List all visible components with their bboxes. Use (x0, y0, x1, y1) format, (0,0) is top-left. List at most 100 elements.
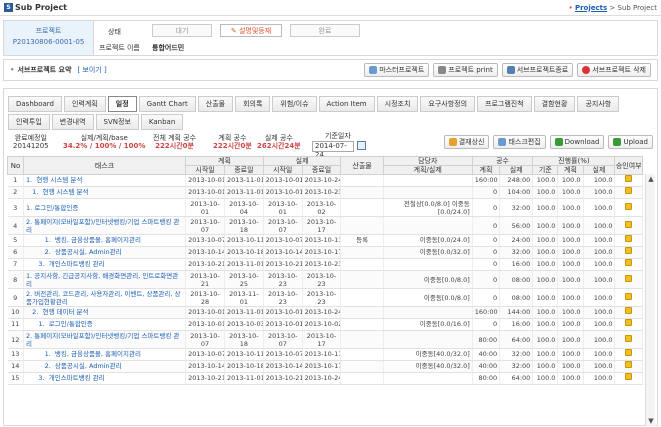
lock-icon[interactable] (625, 187, 633, 194)
scroll-down-icon[interactable]: ▼ (646, 416, 655, 426)
task-name[interactable]: 2. 상품공시실, Admin관리 (23, 360, 187, 373)
lock-icon[interactable] (625, 319, 633, 326)
scroll-up-icon[interactable]: ▲ (646, 174, 655, 184)
row-no: 11 (7, 318, 24, 331)
task-name[interactable]: 1. 현행 시스템 분석 (23, 174, 187, 187)
table-row[interactable]: 13 1. 뱅킹, 금융상품몰, 홈페이지관리 2013-10-07 2013-10… (7, 348, 643, 361)
lock-icon[interactable] (625, 203, 633, 210)
project-print-button[interactable]: 프로젝트 print (433, 63, 498, 77)
tab-staff-input[interactable]: 인력투입 (8, 114, 50, 130)
tab-deliverables[interactable]: 산출물 (197, 96, 234, 112)
table-row[interactable]: 3 1. 로그인/통합인증 2013-10-01 2013-10-04 2013-10… (7, 198, 643, 217)
lock-icon[interactable] (625, 275, 633, 282)
task-name[interactable]: 2. 현행 데이터 분석 (23, 306, 187, 319)
actual-start: 2013-10-14 (263, 360, 303, 373)
table-row[interactable]: 2 1. 현행 시스템 분석 2013-10-01 2013-11-01 2013-1… (7, 186, 643, 199)
row-no: 12 (7, 330, 24, 349)
task-name[interactable]: 3. 개인스마트뱅킹 관리 (23, 372, 187, 385)
lock-icon[interactable] (625, 373, 633, 380)
table-row[interactable]: 8 1. 공지사항, 긴급공지사항, 배경화면관리, 인트로화면관리 2013-1… (7, 270, 643, 289)
plan-end: 2013-11-01 (224, 372, 264, 385)
row-no: 8 (7, 270, 24, 289)
lock-icon[interactable] (625, 259, 633, 266)
table-row[interactable]: 4 2. 통페이지(모바일포함)/인터넷뱅킹/기업 스마트뱅킹 관리 2013-1… (7, 216, 643, 235)
table-row[interactable]: 9 2. 버전관리, 코드관리, 사용자관리, 이벤트, 상품관리, 상품가입현… (7, 288, 643, 307)
end-subproject-button[interactable]: 서브프로젝트종료 (501, 63, 574, 77)
table-row[interactable]: 12 2. 통페이지(모바일포함)/인터넷뱅킹/기업 스마트뱅킹 관리 2013-… (7, 330, 643, 349)
base-date-input[interactable]: 2014-07-24 (312, 141, 354, 159)
lock-icon[interactable] (625, 221, 633, 228)
task-name[interactable]: 2. 통페이지(모바일포함)/인터넷뱅킹/기업 스마트뱅킹 관리 (23, 330, 187, 349)
tab-kanban[interactable]: Kanban (140, 114, 184, 130)
task-table: No 태스크 계획 실제 산출물 담당자 공수 진행률(%) 승인여부 시작일 … (7, 156, 643, 385)
submit-approval-button[interactable]: 결재상신 (443, 135, 490, 149)
actual-start: 2013-10-01 (263, 318, 303, 331)
task-name[interactable]: 3. 개인스마트뱅킹 관리 (23, 258, 187, 271)
table-row[interactable]: 11 1. 로그인/통합인증 2013-10-01 2013-10-03 2013-1… (7, 318, 643, 331)
tab-gantt-chart[interactable]: Gantt Chart (138, 96, 196, 112)
tab-requirements[interactable]: 요구사항정의 (420, 96, 476, 112)
progress-base: 100.0 (532, 360, 559, 373)
task-name[interactable]: 2. 상품공시실, Admin관리 (23, 246, 187, 259)
approve-cell (614, 246, 643, 259)
task-name[interactable]: 1. 로그인/통합인증 (23, 198, 187, 217)
task-name[interactable]: 1. 현행 시스템 분석 (23, 186, 187, 199)
progress-plan: 100.0 (557, 270, 584, 289)
table-row[interactable]: 6 2. 상품공시실, Admin관리 2013-10-14 2013-10-18 2… (7, 246, 643, 259)
tab-svn-info[interactable]: SVN정보 (95, 114, 139, 130)
edit-task-button[interactable]: 태스크편집 (493, 135, 546, 149)
progress-actual: 100.0 (583, 306, 616, 319)
progress-actual: 100.0 (583, 246, 616, 259)
upload-button[interactable]: Upload (608, 135, 653, 149)
task-name[interactable]: 2. 버전관리, 코드관리, 사용자관리, 이벤트, 상품관리, 상품가입현황관… (23, 288, 187, 307)
project-label: 프로젝트 (35, 27, 62, 35)
tab-risk-issue[interactable]: 위험/이슈 (272, 96, 317, 112)
table-scrollbar[interactable]: ▲ ▼ (645, 174, 655, 426)
lock-icon[interactable] (625, 175, 633, 182)
progress-plan: 100.0 (557, 174, 584, 187)
tab-minutes[interactable]: 회의록 (235, 96, 271, 112)
delete-subproject-button[interactable]: 서브프로젝트 삭제 (577, 63, 651, 77)
lock-icon[interactable] (625, 235, 633, 242)
breadcrumb-projects-link[interactable]: Projects (575, 4, 607, 12)
tab-schedule[interactable]: 일정 (107, 96, 137, 112)
task-name[interactable]: 1. 로그인/통합인증 (23, 318, 187, 331)
lock-icon[interactable] (625, 247, 633, 254)
tab-change-history[interactable]: 변경내역 (51, 114, 94, 130)
owner (383, 216, 473, 235)
table-row[interactable]: 1 1. 현행 시스템 분석 2013-10-01 2013-11-01 2013-10… (7, 174, 643, 187)
tab-action-item[interactable]: Action Item (318, 96, 375, 112)
effort-plan: 160:00 (472, 174, 501, 187)
tab-program-progress[interactable]: 프로그램진척 (477, 96, 532, 112)
task-name[interactable]: 1. 공지사항, 긴급공지사항, 배경화면관리, 인트로화면관리 (23, 270, 187, 289)
table-row[interactable]: 10 2. 현행 데이터 분석 2013-10-01 2013-11-01 2013-… (7, 306, 643, 319)
calendar-icon[interactable] (357, 141, 366, 150)
output (340, 306, 384, 319)
task-name[interactable]: 1. 뱅킹, 금융상품몰, 홈페이지관리 (23, 348, 187, 361)
tab-defects[interactable]: 결함현황 (533, 96, 576, 112)
table-row[interactable]: 7 3. 개인스마트뱅킹 관리 2013-10-21 2013-11-01 2013-… (7, 258, 643, 271)
lock-icon[interactable] (625, 307, 633, 314)
tab-corrective-action[interactable]: 시정조치 (376, 96, 419, 112)
approve-cell (614, 306, 643, 319)
lock-icon[interactable] (625, 293, 633, 300)
lock-icon[interactable] (625, 349, 633, 356)
owner: 이중동[0.0/16.0] (383, 318, 473, 331)
task-name[interactable]: 2. 통페이지(모바일포함)/인터넷뱅킹/기업 스마트뱅킹 관리 (23, 216, 187, 235)
step-done: 완료 (290, 24, 360, 37)
show-summary-link[interactable]: [ 보이기 ] (77, 65, 106, 75)
effort-actual: 56:00 (499, 216, 534, 235)
download-button[interactable]: Download (549, 135, 605, 149)
plan-end: 2013-10-03 (224, 318, 264, 331)
tab-notices[interactable]: 공지사항 (577, 96, 620, 112)
table-row[interactable]: 5 1. 뱅킹, 금융상품몰, 홈페이지관리 2013-10-07 2013-10-… (7, 234, 643, 247)
task-name[interactable]: 1. 뱅킹, 금융상품몰, 홈페이지관리 (23, 234, 187, 247)
tab-dashboard[interactable]: Dashboard (8, 96, 62, 112)
table-row[interactable]: 15 3. 개인스마트뱅킹 관리 2013-10-21 2013-11-01 2013… (7, 372, 643, 385)
effort-actual: 104:00 (499, 186, 534, 199)
lock-icon[interactable] (625, 361, 633, 368)
lock-icon[interactable] (625, 335, 633, 342)
master-project-button[interactable]: 마스터프로젝트 (364, 63, 430, 77)
table-row[interactable]: 14 2. 상품공시실, Admin관리 2013-10-14 2013-10-18… (7, 360, 643, 373)
tab-staffing-plan[interactable]: 인력계획 (63, 96, 106, 112)
